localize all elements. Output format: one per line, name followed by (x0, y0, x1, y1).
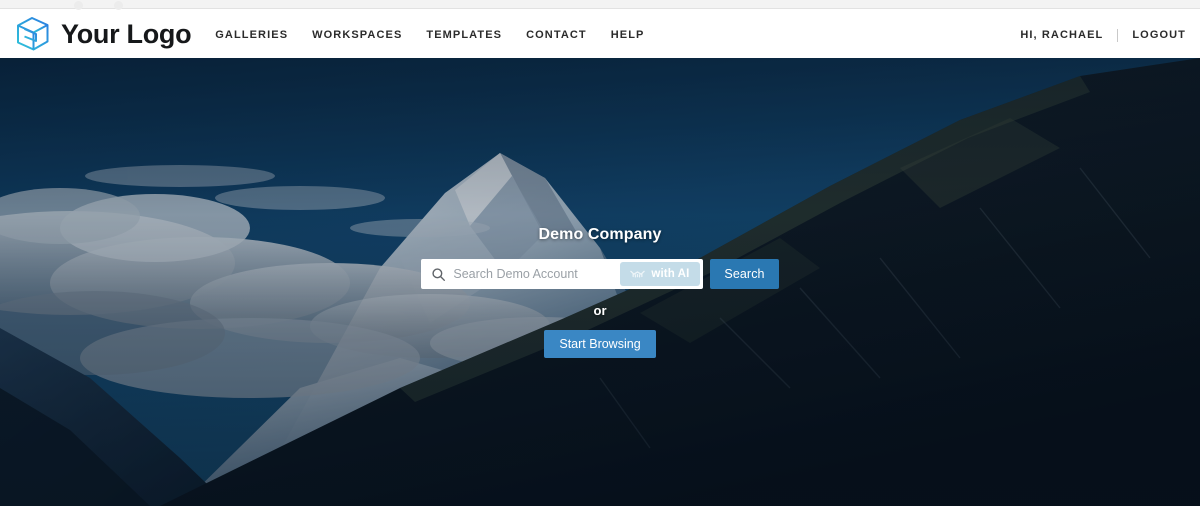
browser-chrome-sliver (0, 0, 1200, 10)
hero-section: Demo Company Search Demo Account with AI… (0, 58, 1200, 506)
ai-sparkle-icon (630, 270, 646, 278)
main-navigation: GALLERIES WORKSPACES TEMPLATES CONTACT H… (215, 27, 644, 41)
search-submit-button[interactable]: Search (710, 259, 779, 289)
search-row: with AI Search (421, 259, 779, 289)
chrome-ghost-icon-1 (74, 1, 83, 10)
logo-link[interactable]: Your Logo (12, 10, 192, 58)
search-field[interactable]: with AI (421, 259, 704, 289)
page-title: Demo Company (538, 226, 662, 243)
hero-content: Demo Company Search Demo Account with AI… (0, 226, 1200, 358)
cube-logo-icon (17, 17, 49, 51)
site-header: Your Logo GALLERIES WORKSPACES TEMPLATES… (0, 10, 1200, 58)
nav-workspaces[interactable]: WORKSPACES (312, 29, 402, 41)
or-separator-label: or (593, 303, 607, 318)
chrome-ghost-icon-2 (114, 1, 123, 10)
brand-name: Your Logo (61, 18, 192, 49)
with-ai-label: with AI (651, 268, 690, 280)
search-with-ai-button[interactable]: with AI (620, 262, 701, 286)
header-divider (1117, 28, 1119, 42)
search-icon (432, 267, 446, 281)
nav-help[interactable]: HELP (611, 29, 645, 41)
nav-templates[interactable]: TEMPLATES (426, 29, 502, 41)
nav-contact[interactable]: CONTACT (526, 29, 587, 41)
logout-link[interactable]: LOGOUT (1132, 29, 1186, 41)
nav-galleries[interactable]: GALLERIES (215, 29, 288, 41)
start-browsing-button[interactable]: Start Browsing (544, 330, 656, 358)
user-greeting[interactable]: HI, RACHAEL (1020, 29, 1103, 41)
header-user-area: HI, RACHAEL LOGOUT (1020, 27, 1186, 42)
